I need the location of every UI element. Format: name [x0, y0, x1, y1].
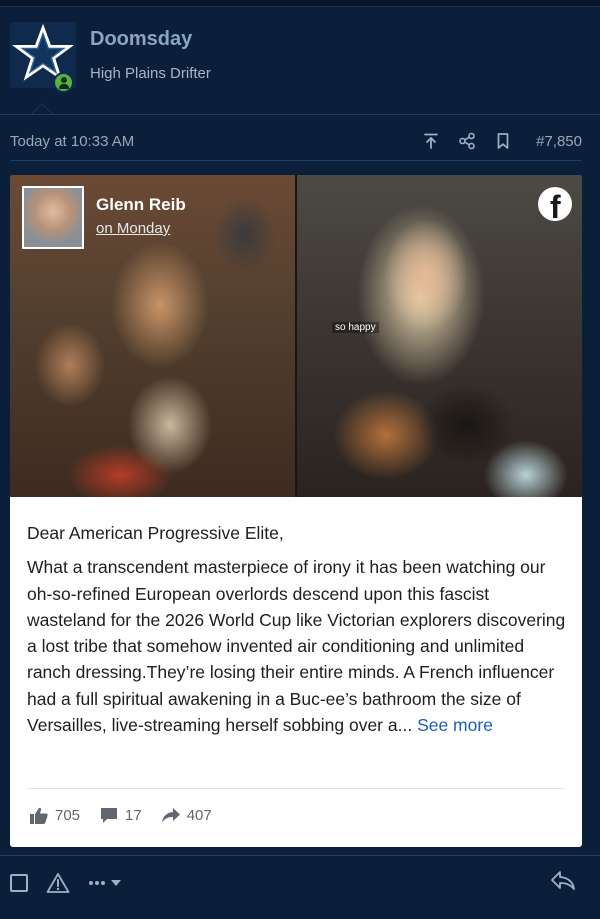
photo-caption: so happy: [332, 322, 379, 333]
share-count[interactable]: 407: [161, 807, 212, 824]
embed-author-name[interactable]: Glenn Reib: [96, 195, 186, 215]
embed-body: What a transcendent masterpiece of irony…: [27, 557, 566, 736]
share-up-icon[interactable]: [422, 132, 440, 150]
top-strip: [0, 0, 600, 7]
more-options-button[interactable]: [88, 879, 122, 887]
share-arrow-icon: [161, 808, 180, 823]
share-count-value: 407: [186, 807, 212, 824]
bottom-divider: [0, 855, 600, 856]
reply-icon[interactable]: [550, 870, 576, 892]
bookmark-icon[interactable]: [494, 132, 512, 150]
chevron-down-icon: [111, 880, 121, 886]
like-count-value: 705: [55, 807, 81, 824]
username[interactable]: Doomsday: [90, 28, 192, 51]
user-title: High Plains Drifter: [90, 65, 211, 82]
photo-right: [296, 175, 582, 497]
embed-greeting: Dear American Progressive Elite,: [27, 523, 284, 543]
comment-count-value: 17: [125, 807, 142, 824]
tools-divider: [10, 160, 582, 161]
thumbs-up-icon: [30, 807, 48, 824]
post-timestamp[interactable]: Today at 10:33 AM: [10, 133, 134, 150]
header-divider: [0, 114, 600, 115]
like-count[interactable]: 705: [30, 807, 80, 824]
card-divider: [27, 788, 565, 789]
post-footer-actions: [10, 872, 122, 894]
facebook-icon[interactable]: f: [538, 187, 572, 225]
embed-post-date[interactable]: on Monday: [96, 220, 170, 237]
post-tools: #7,850: [422, 130, 582, 152]
warning-icon[interactable]: [46, 872, 70, 894]
reaction-bar: 705 17 407: [30, 807, 212, 824]
post-media[interactable]: Glenn Reib on Monday f so happy: [10, 175, 582, 497]
user-online-icon: [53, 72, 74, 93]
photo-divider: [295, 175, 297, 497]
embed-author-avatar[interactable]: [22, 186, 84, 249]
comment-count[interactable]: 17: [100, 807, 142, 824]
checkbox-icon[interactable]: [10, 874, 28, 892]
share-nodes-icon[interactable]: [458, 132, 476, 150]
more-dots-icon: [89, 881, 105, 885]
comment-icon: [101, 808, 118, 823]
see-more-link[interactable]: See more: [417, 715, 493, 735]
post-number[interactable]: #7,850: [536, 133, 582, 150]
header-notch: [31, 103, 53, 114]
embed-text: Dear American Progressive Elite, What a …: [27, 520, 567, 738]
facebook-embed-card[interactable]: Glenn Reib on Monday f so happy Dear Ame…: [10, 175, 582, 847]
